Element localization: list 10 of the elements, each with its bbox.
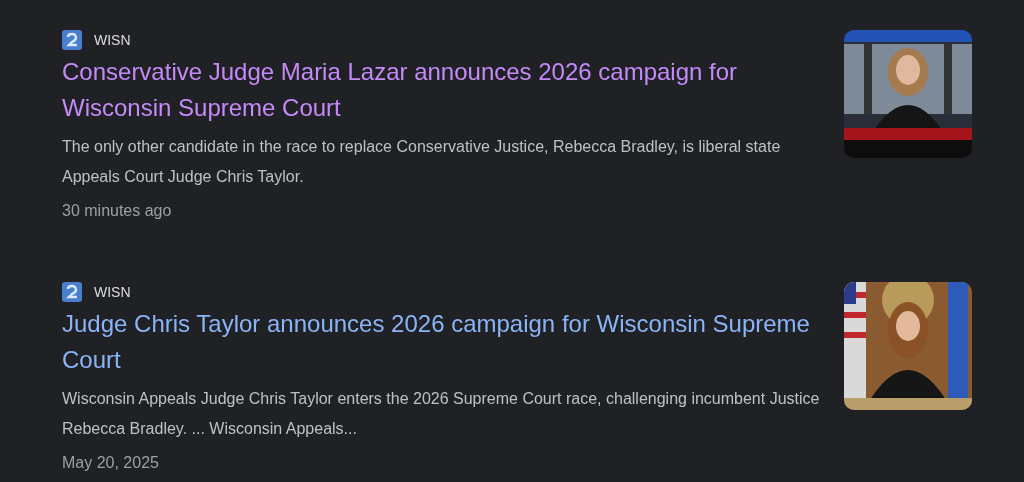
logo-icon xyxy=(62,282,82,302)
timestamp: May 20, 2025 xyxy=(62,453,160,473)
result-title[interactable]: Conservative Judge Maria Lazar announces 2026 campaign for Wisconsin Supreme Court xyxy=(62,54,820,126)
result-title[interactable]: Judge Chris Taylor announces 2026 campaign for Wisconsin Supreme Court xyxy=(62,306,820,378)
result-snippet: The only other candidate in the race to replace Conservative Justice, Rebecca Bradley, is liberal state Appeals Court Judge Chris Taylor. xyxy=(62,137,782,187)
source-name: WISN xyxy=(94,284,131,300)
result-snippet: Wisconsin Appeals Judge Chris Taylor enters the 2026 Supreme Court race, challenging incumbent Justice Rebecca Bradley. ... Wisconsin Appeals... xyxy=(62,389,820,439)
source-name: WISN xyxy=(94,32,131,48)
logo-icon xyxy=(62,30,82,50)
timestamp: 30 minutes ago xyxy=(62,201,173,221)
